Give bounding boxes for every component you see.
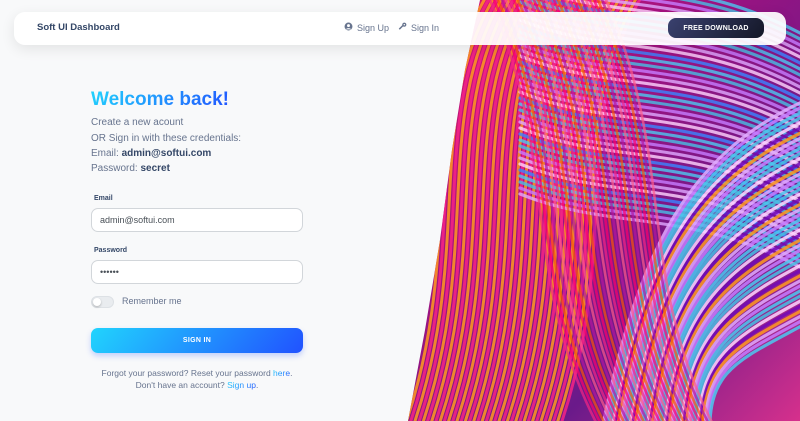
nav-signin-link[interactable]: Sign In bbox=[398, 22, 439, 33]
nav-signin-label: Sign In bbox=[411, 22, 440, 33]
signup-prompt-line: Don't have an account? Sign up. bbox=[91, 380, 303, 390]
signup-link[interactable]: Sign up bbox=[227, 380, 256, 390]
password-label: Password bbox=[94, 247, 128, 254]
free-download-button[interactable]: FREE DOWNLOAD bbox=[668, 18, 764, 38]
password-credential: secret bbox=[140, 163, 170, 174]
reset-password-link[interactable]: here bbox=[273, 368, 290, 378]
brand-logo-text[interactable]: Soft UI Dashboard bbox=[37, 22, 120, 33]
desc-line-1: Create a new acount bbox=[91, 117, 184, 128]
remember-me-toggle[interactable] bbox=[91, 296, 114, 308]
email-credential: admin@softui.com bbox=[121, 148, 212, 159]
forgot-text: Forgot your password? Reset your passwor… bbox=[101, 368, 274, 378]
noaccount-text: Don't have an account? bbox=[135, 380, 228, 390]
forgot-suffix: . bbox=[290, 368, 293, 378]
forgot-password-line: Forgot your password? Reset your passwor… bbox=[91, 368, 303, 378]
email-field[interactable] bbox=[91, 208, 303, 232]
page-title: Welcome back! bbox=[91, 89, 229, 110]
page: Soft UI Dashboard Sign Up Sign In FREE D… bbox=[0, 0, 800, 421]
nav-signup-label: Sign Up bbox=[357, 22, 390, 33]
user-circle-icon bbox=[344, 22, 353, 33]
remember-me-label: Remember me bbox=[122, 296, 182, 306]
toggle-knob bbox=[93, 298, 101, 306]
desc-password-line: Password: secret bbox=[91, 163, 170, 175]
password-field[interactable] bbox=[91, 260, 303, 284]
email-prefix: Email: bbox=[91, 148, 122, 159]
signup-suffix: . bbox=[255, 380, 259, 390]
key-icon bbox=[398, 22, 407, 33]
navbar: Soft UI Dashboard Sign Up Sign In FREE D… bbox=[14, 12, 786, 45]
sign-in-button[interactable]: SIGN IN bbox=[91, 328, 303, 353]
password-prefix: Password: bbox=[91, 163, 141, 174]
nav-signup-link[interactable]: Sign Up bbox=[344, 22, 389, 33]
desc-email-line: Email: admin@softui.com bbox=[91, 148, 211, 160]
email-label: Email bbox=[94, 195, 113, 202]
desc-line-2: OR Sign in with these credentials: bbox=[91, 133, 242, 144]
